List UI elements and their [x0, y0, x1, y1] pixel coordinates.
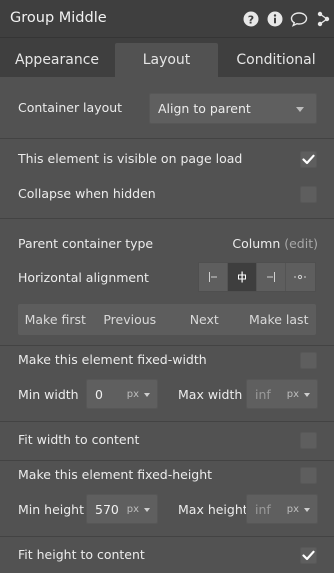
- min-width-input[interactable]: 0 px: [86, 379, 158, 409]
- tab-conditional[interactable]: Conditional: [218, 43, 334, 77]
- tab-bar: Appearance Layout Conditional: [0, 38, 334, 77]
- parent-container-type-label: Parent container type: [18, 236, 154, 251]
- header-icons: ?: [242, 9, 334, 29]
- min-height-value: 570: [95, 501, 119, 517]
- fixed-width-label: Make this element fixed-width: [18, 352, 207, 367]
- horizontal-alignment-label: Horizontal alignment: [18, 270, 149, 285]
- divider: [0, 421, 334, 422]
- align-left-icon[interactable]: [199, 263, 228, 291]
- max-width-placeholder: inf: [255, 386, 271, 402]
- min-height-unit[interactable]: px: [127, 495, 139, 523]
- min-width-label: Min width: [18, 387, 79, 402]
- min-height-input[interactable]: 570 px: [86, 494, 158, 524]
- collapse-when-hidden-label: Collapse when hidden: [18, 186, 156, 201]
- fixed-height-label: Make this element fixed-height: [18, 467, 213, 482]
- fit-width-label: Fit width to content: [18, 432, 140, 447]
- max-width-unit[interactable]: px: [287, 380, 299, 408]
- align-right-icon[interactable]: [257, 263, 286, 291]
- chevron-down-icon: [304, 508, 310, 512]
- fixed-width-checkbox[interactable]: [300, 352, 317, 369]
- divider: [0, 138, 334, 139]
- help-icon[interactable]: ?: [242, 10, 260, 28]
- visible-on-load-label: This element is visible on page load: [18, 151, 243, 166]
- divider: [0, 460, 334, 461]
- min-width-value: 0: [95, 386, 103, 402]
- min-width-unit[interactable]: px: [127, 380, 139, 408]
- max-height-placeholder: inf: [255, 501, 271, 517]
- chevron-down-icon: [296, 107, 304, 112]
- chevron-down-icon: [304, 393, 310, 397]
- make-first-button[interactable]: Make first: [18, 304, 93, 335]
- info-icon[interactable]: [266, 10, 284, 28]
- visible-on-load-checkbox[interactable]: [300, 151, 317, 168]
- chevron-down-icon: [144, 393, 150, 397]
- divider: [0, 345, 334, 346]
- previous-button[interactable]: Previous: [93, 304, 168, 335]
- max-height-label: Max height: [178, 502, 248, 517]
- max-width-label: Max width: [178, 387, 243, 402]
- panel-header: Group Middle ?: [0, 0, 334, 38]
- fixed-height-checkbox[interactable]: [300, 467, 317, 484]
- checkmark-icon: [302, 550, 315, 561]
- align-center-icon[interactable]: [228, 263, 257, 291]
- graph-icon[interactable]: [314, 10, 332, 28]
- max-height-input[interactable]: inf px: [246, 494, 318, 524]
- next-button[interactable]: Next: [167, 304, 242, 335]
- fit-height-label: Fit height to content: [18, 547, 145, 562]
- chevron-down-icon: [144, 508, 150, 512]
- collapse-when-hidden-checkbox[interactable]: [300, 186, 317, 203]
- container-layout-label: Container layout: [18, 100, 123, 115]
- divider: [0, 218, 334, 219]
- fit-width-checkbox[interactable]: [300, 432, 317, 449]
- tab-layout[interactable]: Layout: [115, 43, 218, 77]
- svg-text:?: ?: [248, 13, 254, 26]
- divider: [0, 536, 334, 537]
- parent-container-type-value: Column (edit): [232, 236, 318, 251]
- layout-panel: Container layout Align to parent This el…: [0, 77, 334, 573]
- distribute-icon[interactable]: [286, 263, 315, 291]
- edit-container-type-link[interactable]: (edit): [284, 236, 318, 251]
- make-last-button[interactable]: Make last: [242, 304, 317, 335]
- min-height-label: Min height: [18, 502, 84, 517]
- comment-icon[interactable]: [290, 10, 308, 28]
- horizontal-alignment-group: [198, 262, 316, 292]
- fit-height-checkbox[interactable]: [300, 547, 317, 564]
- max-width-input[interactable]: inf px: [246, 379, 318, 409]
- checkmark-icon: [302, 154, 315, 165]
- container-layout-value: Align to parent: [158, 101, 251, 116]
- container-layout-dropdown[interactable]: Align to parent: [149, 93, 317, 124]
- element-title[interactable]: Group Middle: [10, 10, 107, 26]
- container-type-text: Column: [232, 236, 281, 251]
- tab-appearance[interactable]: Appearance: [0, 43, 114, 77]
- max-height-unit[interactable]: px: [287, 495, 299, 523]
- element-order-bar: Make first Previous Next Make last: [18, 304, 316, 335]
